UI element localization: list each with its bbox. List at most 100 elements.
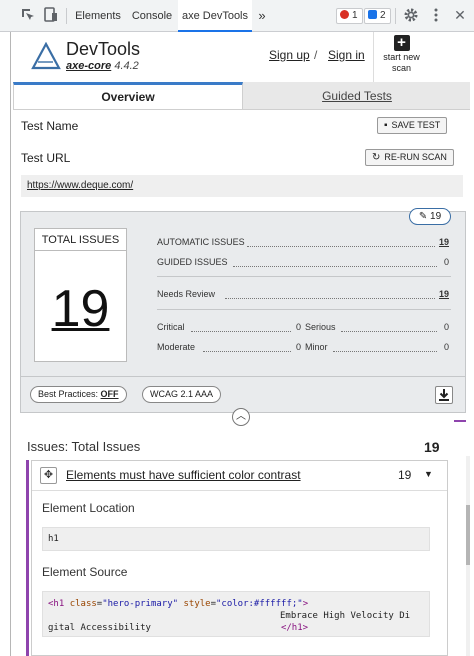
dot-leader <box>247 246 435 247</box>
messages-count: 2 <box>380 10 386 21</box>
kebab-menu-icon[interactable] <box>428 7 444 23</box>
element-source-label: Element Source <box>42 565 128 579</box>
plus-icon: + <box>393 35 410 51</box>
issues-header: Issues: Total Issues <box>27 439 141 454</box>
sign-in-link[interactable]: Sign in <box>328 48 365 62</box>
axe-core-link[interactable]: axe-core <box>66 60 111 72</box>
save-test-button[interactable]: ▪ SAVE TEST <box>377 117 448 134</box>
source-text-1: Embrace High Velocity Di <box>280 611 411 621</box>
tab-separator <box>395 8 396 24</box>
dot-leader <box>191 331 291 332</box>
dot-leader <box>341 331 437 332</box>
test-url-label: Test URL <box>21 151 71 165</box>
inspect-element-icon[interactable] <box>20 7 36 23</box>
message-icon <box>368 10 377 19</box>
pencil-icon: ✎ <box>418 211 428 222</box>
new-scan-label-1: start new <box>383 52 420 62</box>
more-tabs-chevron-icon[interactable]: » <box>252 0 272 32</box>
automatic-issues-count[interactable]: 19 <box>429 237 449 247</box>
divider <box>157 276 451 277</box>
device-toggle-icon[interactable] <box>42 7 58 23</box>
save-icon: ▪ <box>384 120 388 131</box>
refresh-icon: ↻ <box>372 152 381 163</box>
total-issues-box: TOTAL ISSUES 19 <box>34 228 127 362</box>
minor-label: Minor <box>305 342 328 352</box>
rerun-scan-button[interactable]: ↻ RE-RUN SCAN <box>365 149 454 166</box>
source-tag-open: <h1 <box>48 599 65 609</box>
standard-selector[interactable]: WCAG 2.1 AAA <box>142 386 222 403</box>
sign-up-link[interactable]: Sign up <box>269 48 310 62</box>
source-tag-close: </h1> <box>280 623 309 633</box>
rerun-scan-label: RE-RUN SCAN <box>384 152 447 162</box>
element-location-label: Element Location <box>42 501 135 515</box>
serious-count: 0 <box>443 322 449 332</box>
close-icon[interactable]: ✕ <box>452 7 468 23</box>
collapse-chevron-up-icon[interactable]: ︿ <box>232 408 250 426</box>
source-val-style: "color:#ffffff;" <box>216 599 303 609</box>
settings-gear-icon[interactable] <box>403 7 419 23</box>
dot-leader <box>333 351 437 352</box>
export-download-icon[interactable] <box>435 386 453 404</box>
guided-issues-count: 0 <box>443 257 449 267</box>
automatic-issues-label: AUTOMATIC ISSUES <box>157 237 245 247</box>
error-icon <box>340 10 349 19</box>
axe-devtools-panel: DevTools axe-core 4.4.2 Sign up / Sign i… <box>10 32 470 656</box>
dot-leader <box>203 351 291 352</box>
needs-review-count[interactable]: 19 <box>429 289 449 299</box>
highlight-crosshair-icon[interactable]: ✥ <box>40 467 57 484</box>
dot-leader <box>225 298 435 299</box>
new-scan-label-2: scan <box>391 63 411 73</box>
test-name-label: Test Name <box>21 119 79 133</box>
edit-issues-button[interactable]: ✎ 19 <box>409 208 451 225</box>
tab-overview[interactable]: Overview <box>13 82 243 110</box>
critical-count: 0 <box>295 322 301 332</box>
caret-down-icon[interactable]: ▼ <box>424 469 433 479</box>
issue-group: ✥ Elements must have sufficient color co… <box>31 460 448 656</box>
tab-axe-devtools[interactable]: axe DevTools <box>178 0 252 32</box>
issue-rule-header[interactable]: ✥ Elements must have sufficient color co… <box>32 461 447 491</box>
axe-logo-icon <box>31 41 61 72</box>
save-test-label: SAVE TEST <box>391 120 441 130</box>
axe-header: DevTools axe-core 4.4.2 Sign up / Sign i… <box>11 32 470 82</box>
source-attr-style: style <box>183 599 211 609</box>
needs-review-label: Needs Review <box>157 289 216 299</box>
version-number: 4.4.2 <box>114 60 139 72</box>
best-practices-label: Best Practices: <box>38 389 99 399</box>
element-location-value: h1 <box>42 527 430 551</box>
errors-badge[interactable]: 1 <box>336 8 363 24</box>
tab-elements[interactable]: Elements <box>70 0 126 32</box>
errors-count: 1 <box>352 10 358 21</box>
source-tag-end: > <box>302 599 309 609</box>
dot-leader <box>233 266 437 267</box>
minor-count: 0 <box>443 342 449 352</box>
element-source-code: <h1 class="hero-primary" style="color:#f… <box>42 591 430 637</box>
link-separator: / <box>314 48 318 62</box>
issues-total-count: 19 <box>424 439 440 455</box>
tab-separator <box>66 8 67 24</box>
scrollbar-thumb[interactable] <box>466 505 470 565</box>
source-attr-class: class <box>69 599 97 609</box>
app-title: DevTools <box>66 39 141 59</box>
total-issues-count[interactable]: 19 <box>35 279 126 339</box>
best-practices-value: OFF <box>100 389 119 399</box>
critical-label: Critical <box>157 322 185 332</box>
selected-issue-marker <box>26 460 29 656</box>
app-version: axe-core 4.4.2 <box>66 60 139 72</box>
total-issues-label: TOTAL ISSUES <box>35 229 126 251</box>
divider <box>157 309 451 310</box>
start-new-scan-button[interactable]: + start new scan <box>373 32 429 82</box>
issue-rule-link[interactable]: Elements must have sufficient color cont… <box>66 468 301 482</box>
guided-issues-label: GUIDED ISSUES <box>157 257 228 267</box>
issue-rule-count: 19 <box>398 468 412 482</box>
serious-label: Serious <box>305 322 336 332</box>
main-tabs: Overview Guided Tests <box>11 82 470 110</box>
messages-badge[interactable]: 2 <box>364 8 391 24</box>
moderate-count: 0 <box>295 342 301 352</box>
moderate-label: Moderate <box>157 342 196 352</box>
tab-guided-tests[interactable]: Guided Tests <box>243 82 470 110</box>
edit-issues-count: 19 <box>430 211 442 222</box>
best-practices-toggle[interactable]: Best Practices: OFF <box>30 386 127 403</box>
tab-console[interactable]: Console <box>126 0 178 32</box>
source-text-2: gital Accessibility <box>48 623 151 633</box>
test-url-link[interactable]: https://www.deque.com/ <box>21 175 463 197</box>
